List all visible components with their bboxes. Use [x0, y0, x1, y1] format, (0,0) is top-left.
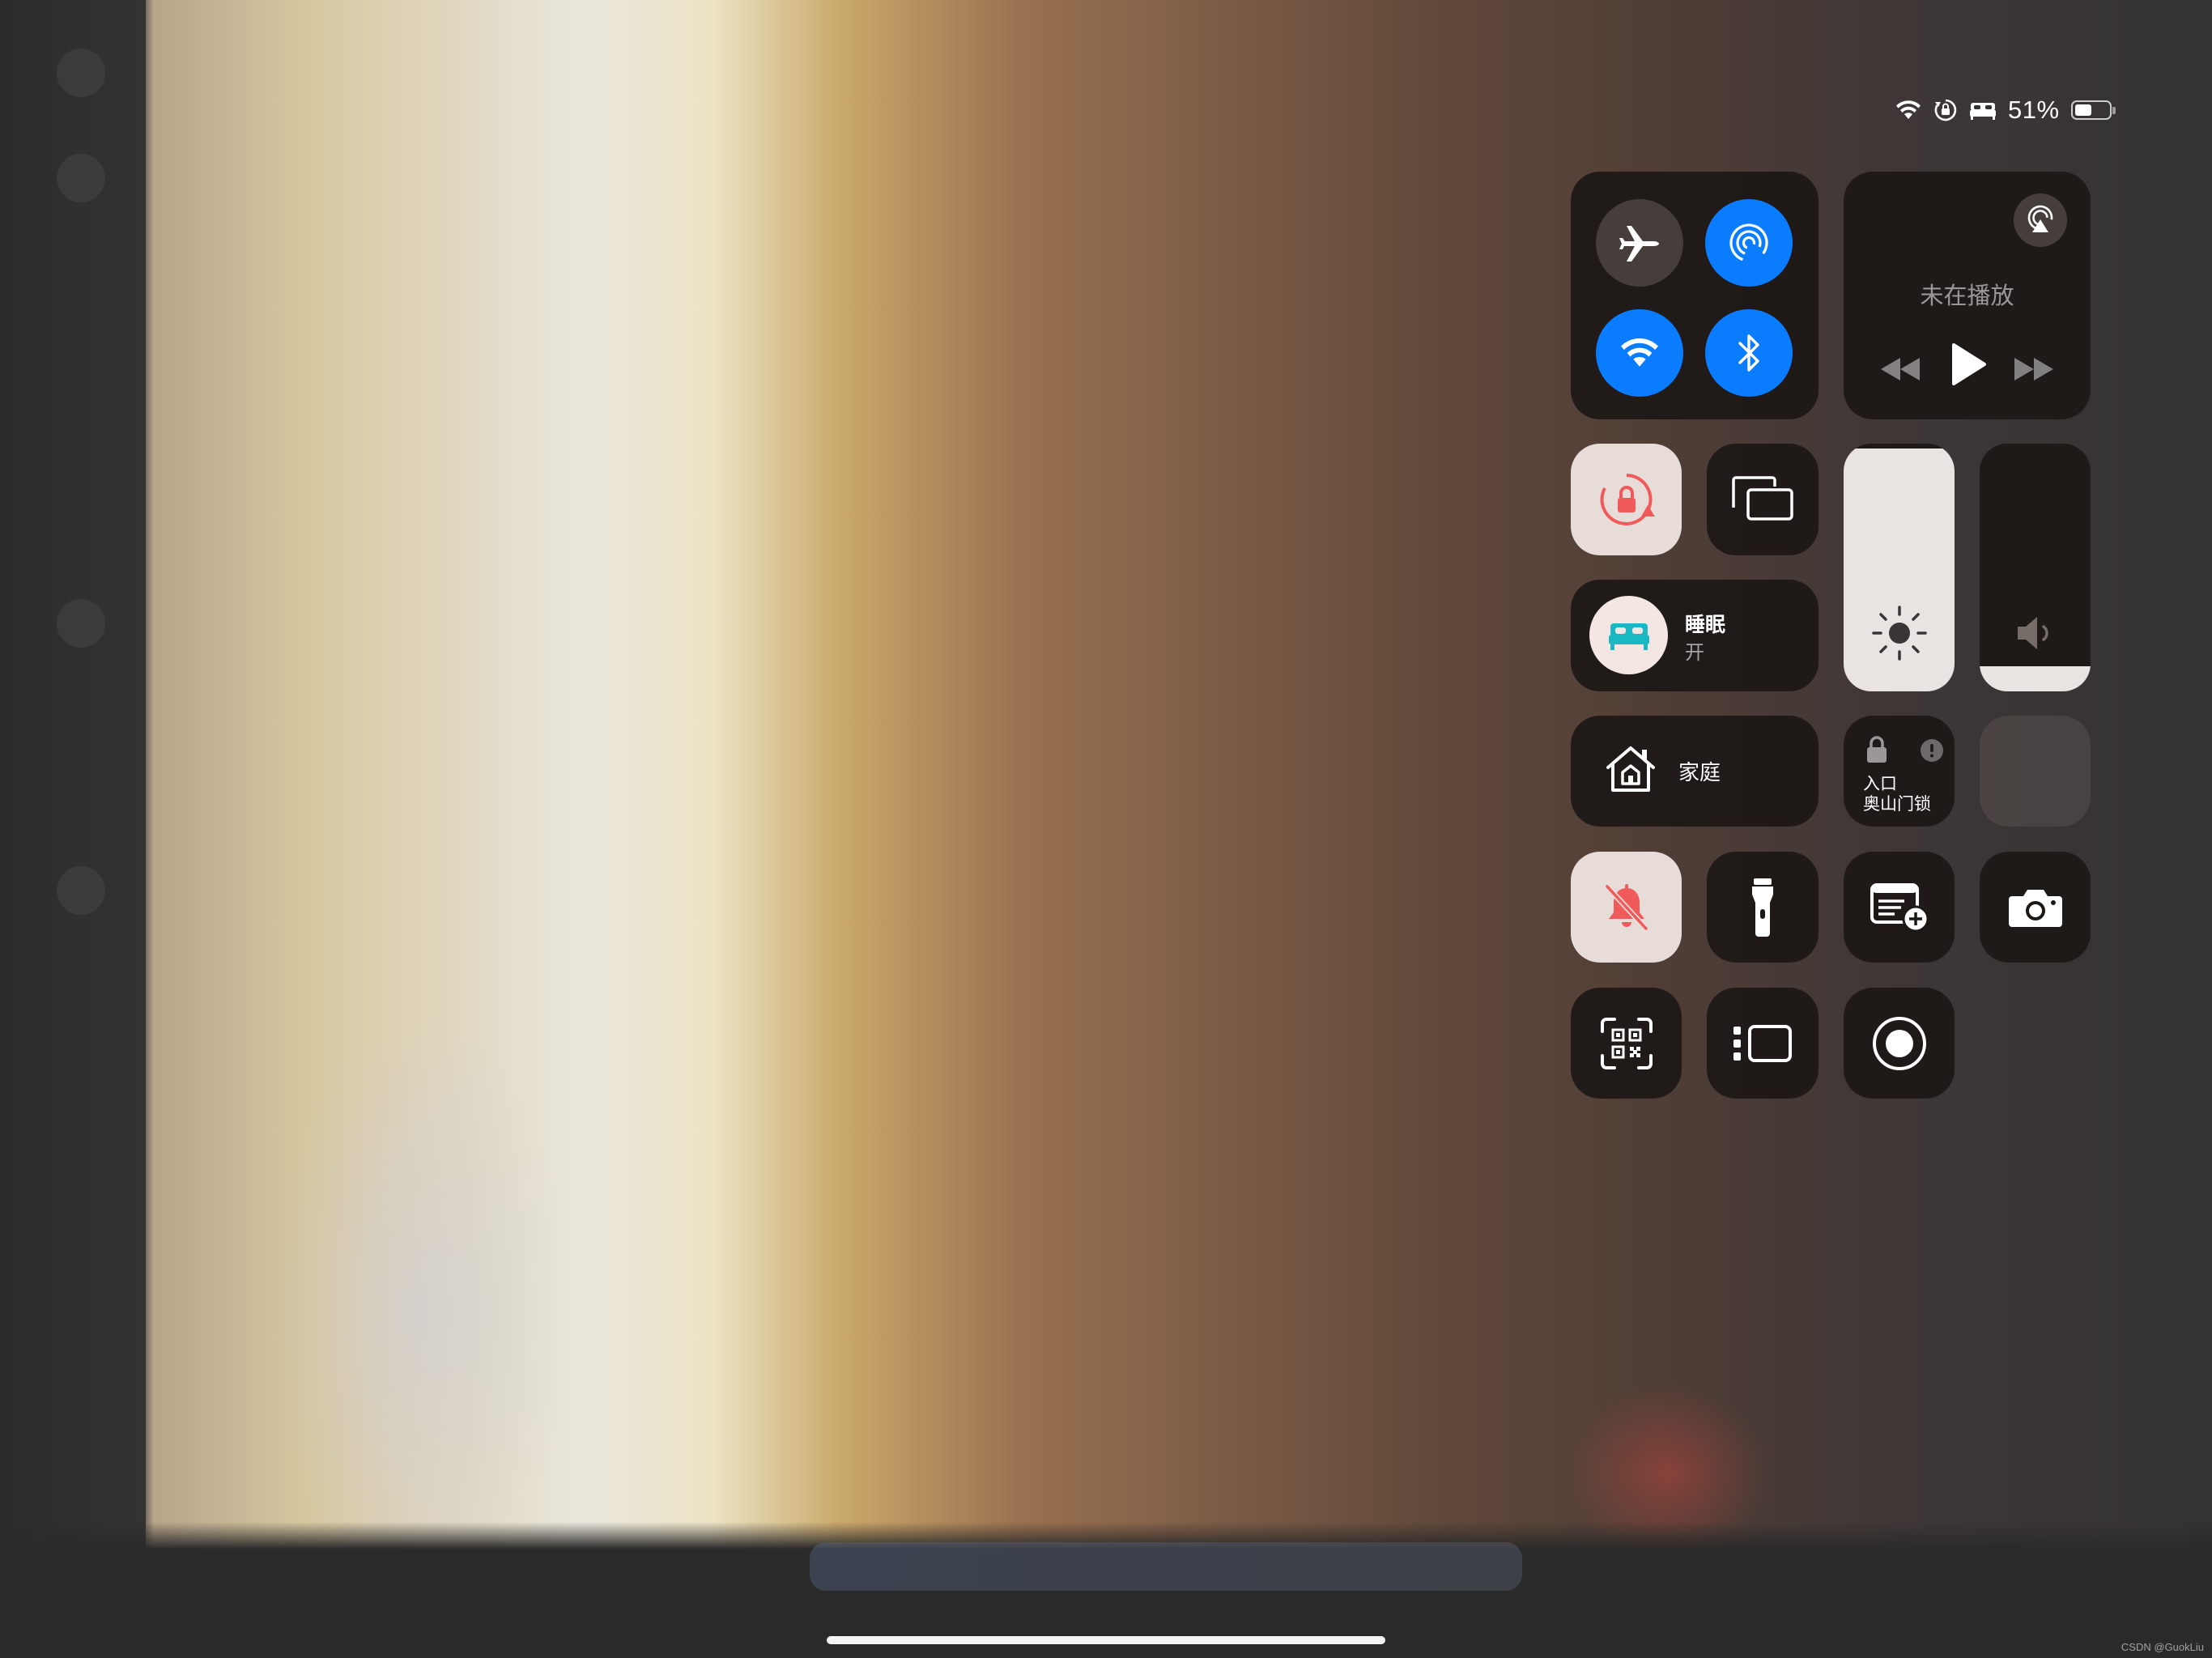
door-lock-name: 奥山门锁: [1863, 794, 1931, 814]
airdrop-icon: [1729, 223, 1768, 262]
airplane-icon: [1619, 226, 1659, 261]
flashlight-button[interactable]: [1707, 852, 1819, 963]
background-sidebar: [0, 0, 146, 1658]
watermark: CSDN @GuokLiu: [2121, 1641, 2204, 1653]
fast-forward-icon[interactable]: [2011, 355, 2057, 384]
stage-manager-button[interactable]: [1707, 988, 1819, 1099]
background-shape: [57, 49, 105, 97]
airplane-mode-toggle[interactable]: [1596, 199, 1683, 287]
airplay-button[interactable]: [2014, 193, 2067, 247]
screen-mirroring-icon: [1732, 476, 1793, 521]
bell-slash-icon: [1604, 883, 1648, 931]
door-lock-accessory[interactable]: 入口 奥山门锁: [1844, 716, 1955, 827]
quick-note-icon: [1870, 882, 1929, 932]
silent-mode-button[interactable]: [1571, 852, 1682, 963]
background-tabbar: [810, 1542, 1522, 1591]
orientation-lock-button[interactable]: [1571, 444, 1682, 555]
qr-code-scanner-icon: [1600, 1017, 1653, 1069]
bluetooth-toggle[interactable]: [1705, 309, 1793, 397]
wifi-toggle[interactable]: [1596, 309, 1683, 397]
now-playing-module[interactable]: 未在播放: [1844, 172, 2091, 419]
wifi-icon: [1621, 338, 1658, 367]
bluetooth-icon: [1738, 334, 1759, 372]
home-icon: [1606, 746, 1655, 792]
status-bar: 51%: [1895, 94, 2116, 126]
now-playing-status: 未在播放: [1920, 282, 2014, 309]
background-shape: [57, 599, 105, 648]
wifi-icon: [1896, 100, 1921, 119]
screen-mirroring-button[interactable]: [1707, 444, 1819, 555]
alert-icon: [1921, 739, 1943, 762]
flashlight-icon: [1752, 878, 1773, 937]
quick-note-button[interactable]: [1844, 852, 1955, 963]
screen-record-icon: [1872, 1016, 1926, 1070]
empty-tile: [1980, 716, 2091, 827]
home-indicator[interactable]: [827, 1636, 1385, 1644]
speaker-icon: [2018, 617, 2048, 649]
stage-manager-icon: [1733, 1024, 1792, 1062]
airplay-icon: [2027, 205, 2053, 232]
battery-level: [2074, 104, 2091, 116]
brightness-slider[interactable]: [1844, 444, 1955, 691]
home-label: 家庭: [1678, 761, 1721, 785]
sun-icon: [1872, 606, 1927, 661]
sleep-focus-title: 睡眠: [1685, 613, 1726, 636]
volume-slider[interactable]: [1980, 444, 2091, 691]
rewind-icon[interactable]: [1878, 355, 1923, 384]
sleep-focus-button[interactable]: 睡眠 开: [1571, 580, 1819, 691]
sleep-bed-icon: [1970, 103, 1996, 120]
battery-percentage: 51%: [2008, 96, 2060, 124]
camera-icon: [2008, 889, 2062, 927]
home-button[interactable]: 家庭: [1571, 716, 1819, 827]
code-scanner-button[interactable]: [1571, 988, 1682, 1099]
battery-icon: [2070, 100, 2116, 120]
screen-recording-button[interactable]: [1844, 988, 1955, 1099]
orientation-lock-icon: [1934, 99, 1957, 121]
airdrop-toggle[interactable]: [1705, 199, 1793, 287]
orientation-lock-icon: [1600, 474, 1655, 525]
volume-level: [1980, 666, 2091, 691]
play-icon[interactable]: [1946, 340, 1989, 389]
background-shape: [57, 154, 105, 202]
camera-button[interactable]: [1980, 852, 2091, 963]
bed-icon: [1608, 623, 1649, 650]
connectivity-module: [1571, 172, 1819, 419]
background-shape: [57, 866, 105, 915]
sleep-focus-state: 开: [1685, 641, 1704, 664]
lock-icon: [1867, 736, 1887, 763]
sleep-focus-icon-circle: [1589, 596, 1668, 674]
